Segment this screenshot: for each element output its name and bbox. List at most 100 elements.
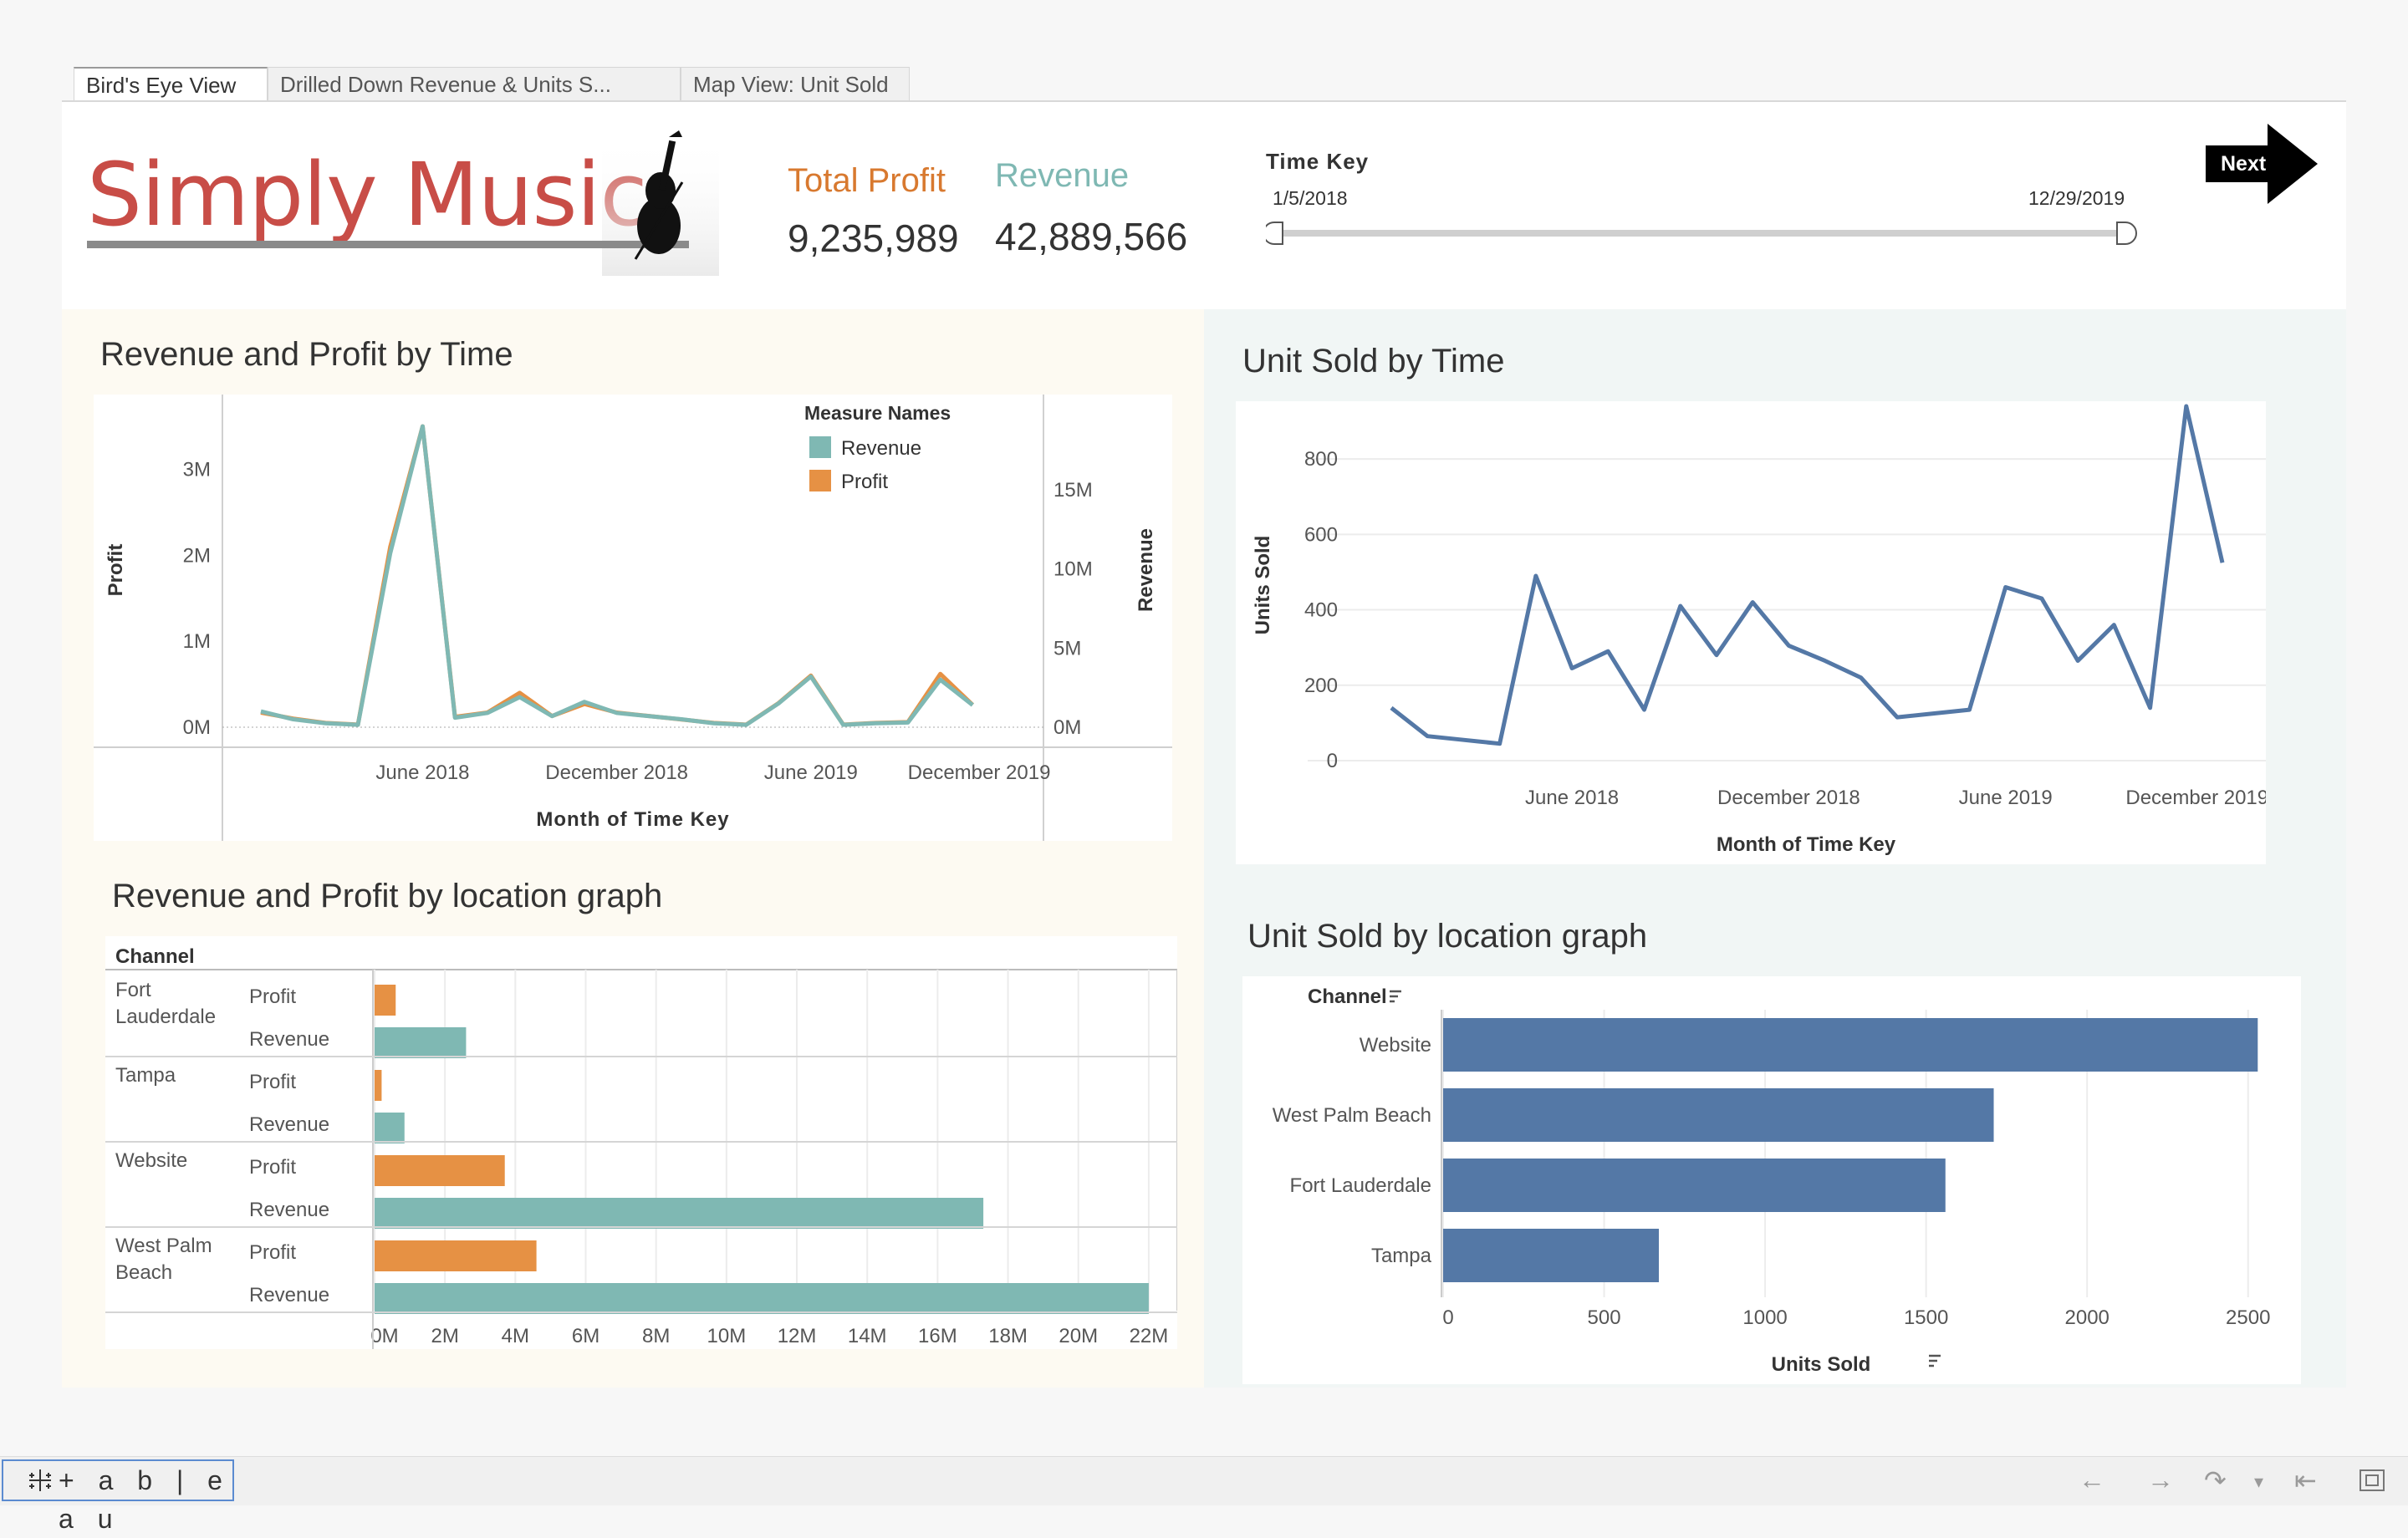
revenue-bar [375,1198,984,1229]
x-axis-tick-label: 0M [370,1325,398,1347]
revenue-bar [375,1027,467,1058]
units-sold-bar [1443,1088,1994,1142]
revenue-kpi-label: Revenue [995,157,1130,194]
tab-map-view-unit-sold[interactable]: Map View: Unit Sold [681,67,910,100]
tab-drilled-down-revenue[interactable]: Drilled Down Revenue & Units S... [268,67,681,100]
total-profit-value: 9,235,989 [788,216,959,260]
units-time-title: Unit Sold by Time [1242,343,1505,379]
y-axis-tick-label: 0 [1327,750,1338,772]
measure-label: Revenue [249,1199,329,1221]
units-time-chart: 0 200 400 600 800 Units Sold June 2018 December… [1236,401,2266,864]
legend-swatch-revenue [809,436,831,458]
total-profit-label: Total Profit [788,162,946,199]
x-axis-tick-label: 8M [642,1325,670,1347]
tableau-logo-text: + a b | e a u [59,1465,231,1534]
x-axis-tick-label: 2000 [2065,1306,2110,1329]
revenue-axis-tick-label: 5M [1054,637,1081,660]
revenue-axis-title: Revenue [1135,528,1157,612]
x-axis-tick-label: June 2019 [764,761,858,784]
profit-axis-title: Profit [105,544,127,597]
x-axis-tick-label: December 2019 [908,761,1051,784]
measure-label: Profit [249,985,296,1008]
revert-icon[interactable]: ↷ [2204,1464,2227,1496]
time-key-end-date: 12/29/2019 [2028,187,2125,209]
revert-dropdown-chevron-icon[interactable]: ▾ [2254,1471,2263,1493]
time-key-label: Time Key [1266,149,1370,174]
y-axis-tick-label: 400 [1304,599,1338,622]
reset-to-start-icon[interactable]: ⇤ [2294,1464,2317,1496]
x-axis-tick-label: June 2019 [1959,787,2053,809]
x-axis-title: Month of Time Key [536,808,729,831]
revenue-axis-tick-label: 0M [1054,716,1081,739]
channel-label: West Palm Beach [1273,1104,1431,1127]
y-axis-tick-label: 600 [1304,523,1338,546]
undo-arrow-icon[interactable]: ← [2079,1464,2105,1495]
legend-swatch-profit [809,470,831,491]
units-sold-bar [1443,1229,1660,1282]
x-axis-tick-label: 18M [988,1325,1028,1347]
channel-label: Website [115,1149,187,1172]
profit-axis-tick-label: 3M [183,458,211,481]
x-axis-tick-label: December 2018 [545,761,688,784]
units-sold-bar [1443,1159,1946,1212]
x-axis-tick-label: 12M [778,1325,817,1347]
revenue-profit-time-title: Revenue and Profit by Time [100,336,513,373]
profit-bar [375,985,396,1016]
x-axis-tick-label: 0 [1442,1306,1453,1329]
tableau-toolbar [0,1456,2408,1505]
redo-arrow-icon[interactable]: → [2147,1464,2174,1495]
measure-label: Profit [249,1241,296,1264]
time-key-start-date: 1/5/2018 [1273,187,1348,209]
slider-start-handle [1266,222,1283,245]
x-axis-tick-label: 2500 [2226,1306,2270,1329]
tableau-cross-icon [29,1469,51,1491]
legend-title: Measure Names [804,402,951,424]
x-axis-tick-label: 1500 [1904,1306,1948,1329]
x-axis-tick-label: 500 [1588,1306,1621,1329]
units-location-chart: Channel 0 500 1000 1500 2000 2500 Website West P… [1242,976,2301,1384]
x-axis-tick-label: December 2018 [1717,787,1860,809]
x-axis-tick-label: 10M [707,1325,747,1347]
x-axis-title: Month of Time Key [1717,833,1896,856]
revenue-profit-time-chart: 0M 1M 2M 3M 0M 5M 10M 15M Profit Revenue June 2018… [94,395,1172,841]
measure-label: Profit [249,1156,296,1179]
legend-label-profit: Profit [841,471,888,493]
tab-birds-eye-view[interactable]: Bird's Eye View [74,67,268,100]
channel-label: Tampa [115,1064,176,1087]
row-header-channel: Channel [115,945,195,968]
x-axis-tick-label: December 2019 [2125,787,2266,809]
x-axis-tick-label: June 2018 [375,761,469,784]
measure-label: Revenue [249,1284,329,1306]
y-axis-tick-label: 800 [1304,448,1338,471]
x-axis-tick-label: 14M [848,1325,887,1347]
profit-axis-tick-label: 1M [183,630,211,653]
logo-graphic [87,130,719,276]
fullscreen-icon[interactable] [2358,1468,2386,1493]
time-key-range-slider[interactable] [1266,219,2144,247]
revenue-axis-tick-label: 15M [1054,479,1093,502]
x-axis-tick-label: 6M [572,1325,599,1347]
profit-bar [375,1155,505,1186]
x-axis-tick-label: 4M [502,1325,529,1347]
revenue-bar [375,1113,405,1143]
legend-label-revenue: Revenue [841,437,921,460]
x-axis-tick-label: 16M [918,1325,957,1347]
y-axis-title: Units Sold [1252,536,1274,635]
x-axis-tick-label: 2M [431,1325,459,1347]
units-sold-bar [1443,1018,2258,1072]
slider-end-handle [2116,222,2137,245]
next-button[interactable] [2204,122,2319,206]
revenue-axis-tick-label: 10M [1054,558,1093,581]
x-axis-tick-label: 1000 [1742,1306,1787,1329]
measure-label: Profit [249,1071,296,1093]
profit-axis-tick-label: 0M [183,716,211,739]
logo-underline [87,241,689,248]
revenue-bar [375,1283,1149,1314]
profit-bar [375,1070,382,1101]
x-axis-tick-label: 22M [1130,1325,1169,1347]
channel-label: Website [1360,1034,1431,1057]
row-header-channel: Channel [1308,985,1387,1008]
revenue-profit-location-chart: Channel0M 2M 4M 6M 8M 10M 12M 14M 16M 18M 20M 22MFo… [105,936,1177,1349]
revenue-profit-location-title: Revenue and Profit by location graph [112,878,663,914]
revenue-kpi-value: 42,889,566 [995,215,1188,258]
